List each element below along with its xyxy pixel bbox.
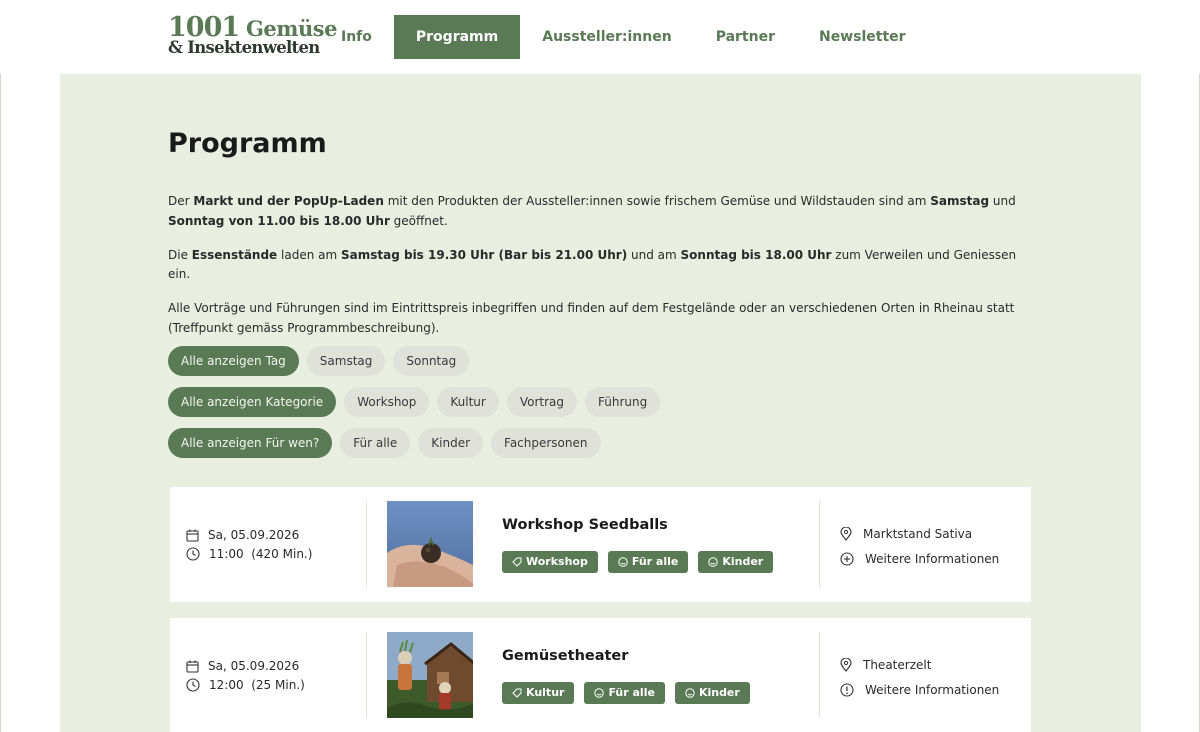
more-info-link[interactable]: Weitere Informationen: [840, 683, 999, 697]
filter-chip-all-day[interactable]: Alle anzeigen Tag: [168, 346, 299, 376]
tag-fuer-alle: Für alle: [584, 682, 665, 704]
event-image: [387, 501, 473, 587]
intro-paragraph-2: Die Essenstände laden am Samstag bis 19.…: [168, 247, 1017, 282]
event-location: Theaterzelt: [840, 658, 931, 672]
filter-row-category: Alle anzeigen Kategorie Workshop Kultur …: [168, 387, 661, 417]
filter-panel: Alle anzeigen Tag Samstag Sonntag Alle a…: [168, 346, 661, 469]
filter-chip-kinder[interactable]: Kinder: [418, 428, 484, 458]
nav-item-partner[interactable]: Partner: [694, 15, 797, 59]
event-location: Marktstand Sativa: [840, 527, 972, 541]
divider: [366, 632, 367, 718]
event-time: 12:00 (25 Min.): [186, 678, 305, 692]
calendar-icon: [186, 660, 199, 673]
more-info-link[interactable]: Weitere Informationen: [840, 552, 999, 566]
filter-chip-fachpersonen[interactable]: Fachpersonen: [491, 428, 601, 458]
event-date: Sa, 05.09.2026: [186, 528, 299, 542]
event-datetime: Sa, 05.09.2026 12:00 (25 Min.): [186, 618, 366, 732]
event-datetime: Sa, 05.09.2026 11:00 (420 Min.): [186, 487, 366, 602]
filter-row-audience: Alle anzeigen Für wen? Für alle Kinder F…: [168, 428, 660, 458]
filter-chip-fuer-alle[interactable]: Für alle: [340, 428, 411, 458]
filter-chip-kultur[interactable]: Kultur: [437, 387, 499, 417]
filter-chip-workshop[interactable]: Workshop: [344, 387, 430, 417]
clock-icon: [186, 678, 200, 692]
main-nav: Info Programm Aussteller:innen Partner N…: [319, 15, 928, 59]
intro-paragraph-1: Der Markt und der PopUp-Laden mit den Pr…: [168, 194, 1016, 228]
event-title[interactable]: Gemüsetheater: [502, 648, 628, 664]
event-date: Sa, 05.09.2026: [186, 659, 299, 673]
site-logo[interactable]: 1001 Gemüse & Insektenwelten: [168, 14, 337, 57]
page-title: Programm: [168, 128, 327, 159]
filter-row-day: Alle anzeigen Tag Samstag Sonntag: [168, 346, 660, 376]
tag-kinder: Kinder: [698, 551, 774, 573]
intro-text: Der Markt und der PopUp-Laden mit den Pr…: [168, 192, 1028, 353]
filter-chip-sonntag[interactable]: Sonntag: [393, 346, 470, 376]
divider: [819, 501, 820, 587]
event-tags: Kultur Für alle Kinder: [502, 682, 750, 704]
filter-chip-all-category[interactable]: Alle anzeigen Kategorie: [168, 387, 337, 417]
divider: [819, 632, 820, 718]
clock-icon: [186, 547, 200, 561]
smiley-icon: [594, 688, 605, 698]
info-circle-icon: [840, 683, 854, 697]
calendar-icon: [186, 529, 199, 542]
nav-item-programm[interactable]: Programm: [393, 15, 521, 59]
filter-chip-samstag[interactable]: Samstag: [306, 346, 386, 376]
smiley-icon: [618, 557, 628, 567]
nav-item-info[interactable]: Info: [319, 15, 394, 59]
nav-item-aussteller[interactable]: Aussteller:innen: [520, 15, 693, 59]
filter-chip-vortrag[interactable]: Vortrag: [506, 387, 578, 417]
event-title[interactable]: Workshop Seedballs: [502, 517, 668, 533]
filter-chip-all-audience[interactable]: Alle anzeigen Für wen?: [168, 428, 333, 458]
site-header: 1001 Gemüse & Insektenwelten Info Progra…: [0, 0, 1200, 74]
tag-icon: [512, 688, 522, 698]
map-pin-icon: [840, 658, 852, 672]
tag-kinder: Kinder: [674, 682, 750, 704]
plus-circle-icon: [840, 552, 854, 566]
intro-paragraph-3: Alle Vorträge und Führungen sind im Eint…: [168, 301, 1015, 335]
logo-subtitle: & Insektenwelten: [168, 38, 320, 57]
smiley-icon: [708, 557, 719, 567]
tag-fuer-alle: Für alle: [607, 551, 689, 573]
event-time: 11:00 (420 Min.): [186, 547, 312, 561]
map-pin-icon: [840, 527, 852, 541]
tag-workshop: Workshop: [502, 551, 598, 573]
event-tags: Workshop Für alle Kinder: [502, 551, 774, 573]
nav-item-newsletter[interactable]: Newsletter: [797, 15, 928, 59]
divider: [366, 501, 367, 587]
event-card[interactable]: Sa, 05.09.2026 12:00 (25 Min.) Gemüsethe…: [170, 618, 1031, 732]
smiley-icon: [685, 688, 695, 698]
tag-icon: [512, 557, 522, 567]
event-image: [387, 632, 473, 718]
tag-kultur: Kultur: [502, 682, 575, 704]
main-content: Programm Der Markt und der PopUp-Laden m…: [60, 74, 1141, 732]
event-card[interactable]: Sa, 05.09.2026 11:00 (420 Min.) Workshop…: [170, 487, 1031, 602]
filter-chip-fuehrung[interactable]: Führung: [585, 387, 661, 417]
